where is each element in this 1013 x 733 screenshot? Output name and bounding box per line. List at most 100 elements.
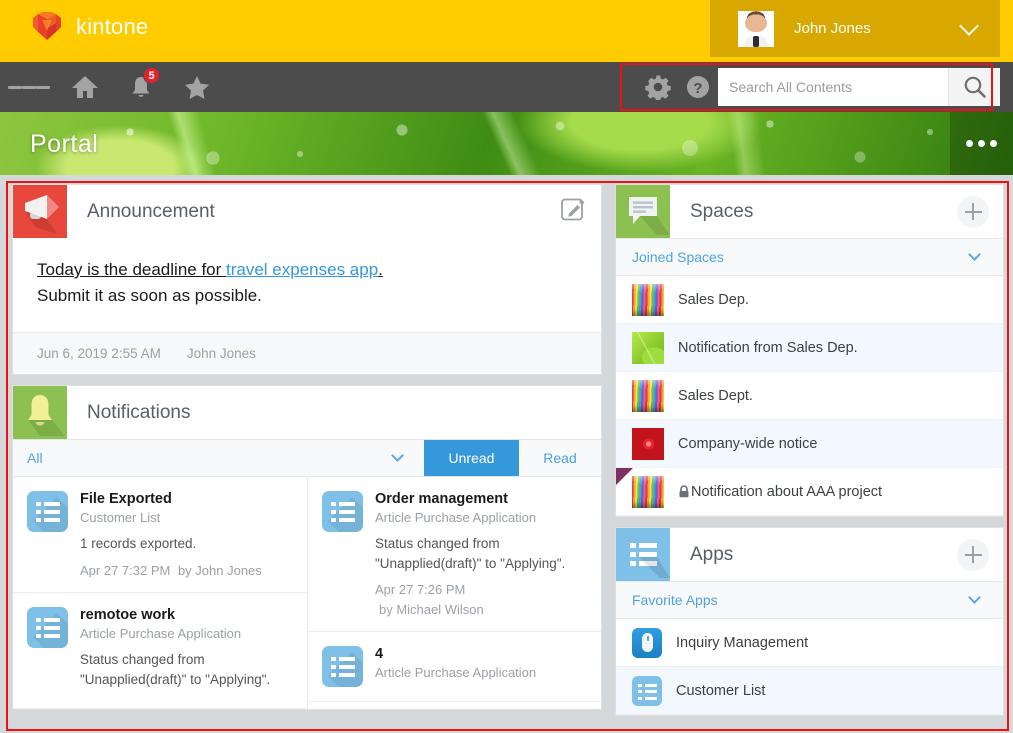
notification-message: Status changed from "Unapplied(draft)" t… — [375, 536, 566, 571]
gear-icon[interactable] — [638, 62, 678, 112]
ellipsis-icon — [978, 140, 985, 147]
app-list-icon — [27, 491, 68, 532]
edit-pencil-icon — [561, 198, 585, 220]
brand-name: kintone — [76, 14, 149, 39]
notifications-column-right: Order management Article Purchase Applic… — [307, 477, 601, 710]
announcement-link[interactable]: travel expenses app — [226, 260, 378, 279]
list-item-sales-dept[interactable]: Sales Dept. — [616, 372, 1003, 420]
list-item-customer-list[interactable]: Customer List — [616, 667, 1003, 715]
list-item-inquiry-management[interactable]: Inquiry Management — [616, 619, 1003, 667]
app-list-tile-icon — [616, 528, 670, 581]
notification-title: Order management — [375, 491, 508, 507]
announcement-panel: Announcement Today is the deadline for t… — [12, 184, 602, 375]
banner-leaf-image — [0, 112, 1013, 175]
list-item[interactable]: remotoe work Article Purchase Applicatio… — [13, 593, 307, 710]
list-item-sales-dep[interactable]: Sales Dep. — [616, 276, 1003, 324]
panel-title: Apps — [690, 543, 734, 565]
speech-bubble-icon — [616, 185, 670, 238]
notifications-header: Notifications — [13, 386, 601, 439]
panel-title: Announcement — [87, 200, 215, 222]
apps-panel: Apps Favorite Apps Inquiry Management Cu… — [615, 527, 1004, 716]
announcement-timestamp: Jun 6, 2019 2:55 AM — [37, 346, 161, 361]
notifications-panel: Notifications All Unread Read File Expor… — [12, 385, 602, 711]
tab-unread[interactable]: Unread — [424, 440, 519, 476]
notifications-bell-button[interactable]: 5 — [120, 66, 162, 108]
group-label: Favorite Apps — [632, 592, 718, 608]
announcement-header: Announcement — [13, 185, 601, 238]
joined-spaces-group-header[interactable]: Joined Spaces — [616, 238, 1003, 276]
bell-tile-icon — [13, 386, 67, 439]
user-menu[interactable]: John Jones — [710, 0, 1000, 57]
space-label: Notification about AAA project — [691, 483, 883, 500]
portal-content: Announcement Today is the deadline for t… — [0, 175, 1013, 733]
notification-message: Status changed from "Unapplied(draft)" t… — [80, 652, 271, 687]
space-label: Sales Dep. — [678, 291, 749, 308]
plus-icon — [957, 538, 989, 571]
search-button[interactable] — [948, 68, 1000, 106]
chevron-down-icon — [968, 591, 981, 604]
panel-title: Spaces — [690, 200, 754, 222]
favorite-apps-group-header[interactable]: Favorite Apps — [616, 581, 1003, 619]
help-icon[interactable]: ? — [678, 62, 718, 112]
kintone-portal-page: kintone John Jones 5 ? Search All Conten… — [0, 0, 1013, 733]
page-title: Portal — [30, 130, 99, 158]
notification-time: Apr 27 7:32 PM — [80, 562, 171, 578]
app-list-icon-glyph — [630, 543, 670, 578]
notification-author: by Michael Wilson — [379, 601, 484, 617]
notification-message: 1 records exported. — [80, 536, 197, 551]
chevron-down-icon — [959, 15, 979, 36]
ellipsis-icon — [966, 140, 973, 147]
kintone-cube-logo-icon — [33, 12, 61, 40]
list-item[interactable]: Order management Article Purchase Applic… — [308, 477, 601, 633]
pencils-thumbnail-icon — [632, 379, 664, 412]
brand-logo[interactable]: kintone — [30, 12, 148, 42]
announcement-body: Today is the deadline for travel expense… — [13, 238, 601, 332]
announcement-author: John Jones — [186, 346, 256, 361]
space-label-wrap: Notification about AAA project — [678, 484, 882, 500]
tab-read[interactable]: Read — [519, 440, 601, 476]
space-label: Notification from Sales Dep. — [678, 339, 858, 356]
announcement-line-1: Today is the deadline for travel expense… — [37, 260, 577, 280]
add-app-button[interactable] — [957, 538, 989, 571]
app-list-icon — [632, 675, 662, 706]
pencils-thumbnail-icon — [632, 475, 664, 508]
notifications-list: File Exported Customer List 1 records ex… — [13, 477, 601, 710]
banner-options-button[interactable] — [950, 112, 1013, 175]
notifications-filter-select[interactable]: All — [13, 440, 424, 476]
list-item[interactable]: 4 Article Purchase Application — [308, 632, 601, 703]
home-icon[interactable] — [64, 66, 106, 108]
app-list-icon — [322, 491, 363, 532]
private-corner-badge — [616, 468, 633, 485]
notification-meta: Apr 27 7:26 PM by Michael Wilson — [375, 580, 589, 619]
announcement-footer: Jun 6, 2019 2:55 AM John Jones — [13, 332, 601, 374]
notification-title: 4 — [375, 646, 384, 663]
list-item-notification-about-aaa-project[interactable]: Notification about AAA project — [616, 468, 1003, 516]
rose-thumbnail-icon — [632, 427, 664, 460]
favorites-star-icon[interactable] — [176, 66, 218, 108]
announcement-edit-button[interactable] — [560, 196, 587, 228]
app-list-icon — [322, 646, 363, 688]
chevron-down-icon — [968, 248, 981, 261]
leaf-thumbnail-icon — [632, 331, 664, 364]
app-label: Customer List — [676, 682, 766, 699]
notification-app-name: Article Purchase Application — [375, 510, 537, 525]
add-space-button[interactable] — [957, 195, 989, 228]
notifications-filter-bar: All Unread Read — [13, 439, 601, 477]
list-item-notification-from-sales-dep[interactable]: Notification from Sales Dep. — [616, 324, 1003, 372]
announcement-line-2: Submit it as soon as possible. — [37, 286, 262, 305]
spaces-panel: Spaces Joined Spaces Sales Dep. Notifica… — [615, 184, 1004, 517]
hamburger-menu-icon[interactable] — [8, 66, 50, 108]
search-bar[interactable] — [718, 68, 1000, 106]
notification-app-name: Customer List — [80, 510, 161, 525]
list-item[interactable]: File Exported Customer List 1 records ex… — [13, 477, 307, 594]
notification-time: Apr 27 7:26 PM — [375, 582, 466, 598]
gear-icon-glyph — [645, 75, 671, 100]
search-input[interactable] — [718, 69, 948, 105]
list-item-company-wide-notice[interactable]: Company-wide notice — [616, 420, 1003, 468]
ellipsis-icon — [990, 140, 997, 147]
apps-header: Apps — [616, 528, 1003, 581]
notification-title: remotoe work — [80, 607, 176, 624]
app-list-icon — [27, 607, 68, 649]
announcement-line-1-suffix: . — [378, 260, 383, 279]
top-brand-bar: kintone John Jones — [0, 0, 1013, 62]
